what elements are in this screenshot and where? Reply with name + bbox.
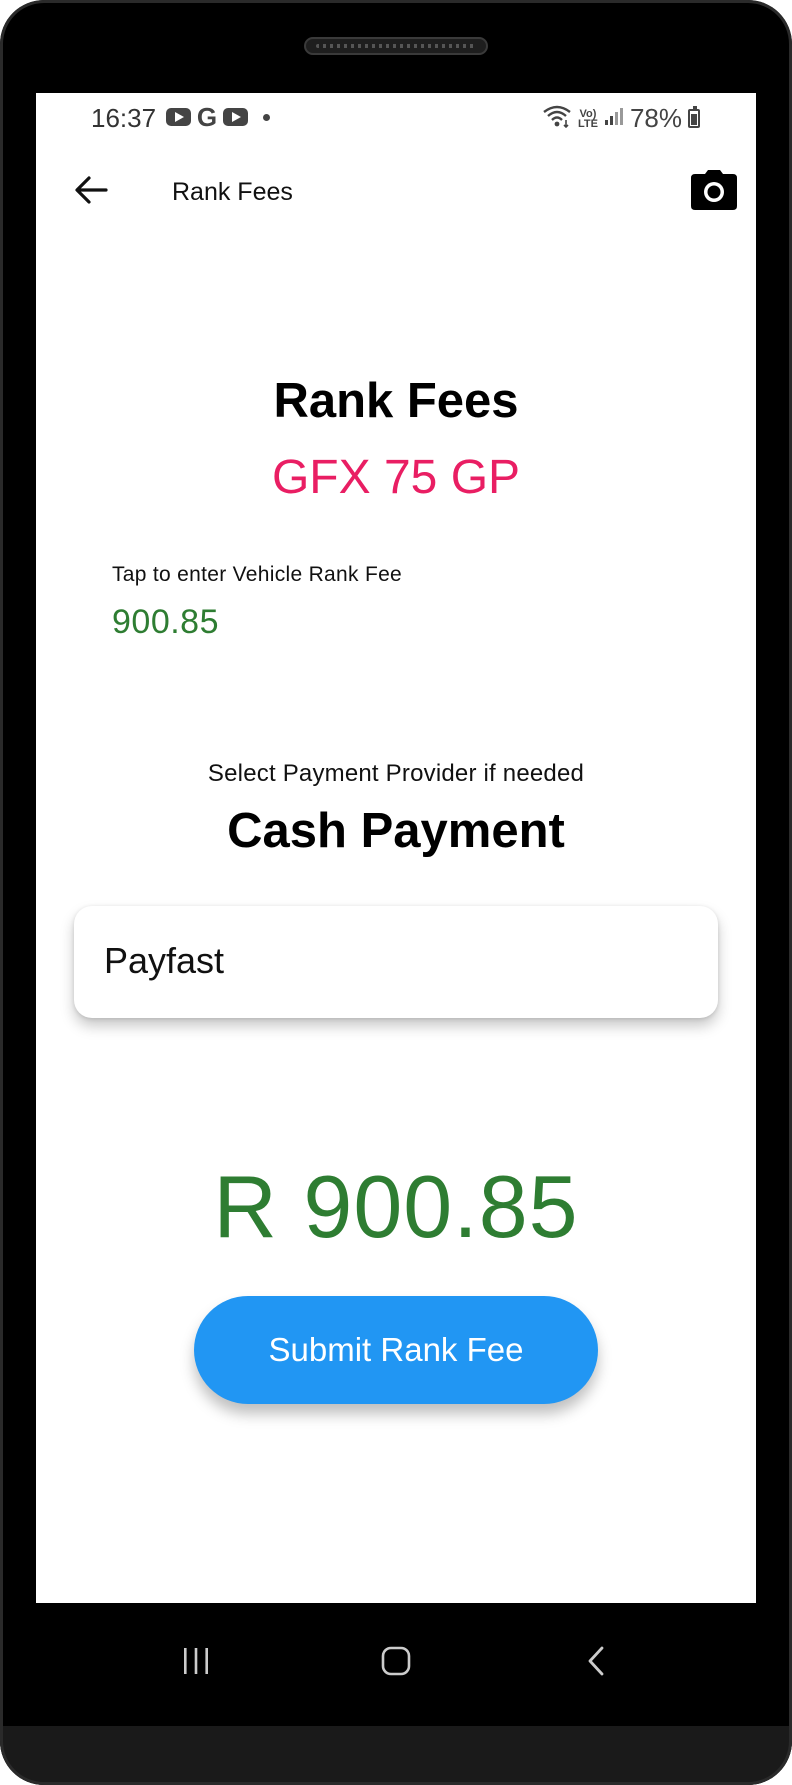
camera-icon: [691, 169, 737, 215]
payment-type-heading: Cash Payment: [227, 804, 565, 858]
volte-lte-icon: Vo) LTE: [577, 108, 598, 130]
battery-icon: [688, 106, 700, 128]
vehicle-registration: GFX 75 GP: [271, 451, 521, 504]
earpiece-speaker: [304, 37, 488, 55]
home-button[interactable]: [356, 1633, 436, 1693]
app-screen: 16:37 G Vo) LTE 78% Rank Fees Rank Fees …: [36, 93, 756, 1603]
payment-provider-option[interactable]: Payfast: [74, 906, 718, 1018]
submit-rank-fee-button[interactable]: Submit Rank Fee: [194, 1296, 598, 1404]
youtube-icon: [223, 108, 248, 126]
notification-icons: G: [166, 102, 270, 132]
arrow-left-icon: [74, 175, 108, 210]
recent-apps-icon: [181, 1647, 211, 1680]
system-icons: Vo) LTE 78%: [542, 103, 700, 134]
system-back-button[interactable]: [556, 1633, 636, 1693]
wifi-icon: [542, 104, 572, 133]
signal-icon: [604, 106, 624, 131]
recent-apps-button[interactable]: [156, 1633, 236, 1693]
back-button[interactable]: [66, 167, 116, 217]
provider-option-label: Payfast: [104, 940, 225, 981]
status-bar: 16:37 G Vo) LTE 78%: [36, 93, 756, 145]
app-bar: Rank Fees: [36, 145, 756, 245]
status-time: 16:37: [91, 103, 157, 133]
app-bar-title: Rank Fees: [172, 178, 293, 206]
volte-bottom-text: LTE: [577, 117, 598, 130]
google-icon: G: [196, 102, 218, 132]
battery-percent: 78%: [629, 103, 682, 133]
fee-field-label: Tap to enter Vehicle Rank Fee: [112, 563, 403, 586]
camera-button[interactable]: [688, 167, 740, 217]
total-amount-display: R 900.85: [213, 1157, 579, 1256]
phone-frame: 16:37 G Vo) LTE 78% Rank Fees Rank Fees …: [0, 0, 792, 1785]
back-chevron-icon: [585, 1645, 607, 1682]
payment-provider-prompt: Select Payment Provider if needed: [207, 760, 585, 787]
dot-icon: [263, 113, 270, 121]
system-navigation-bar: [36, 1603, 756, 1726]
rank-fee-input[interactable]: [112, 603, 672, 642]
submit-button-label: Submit Rank Fee: [268, 1331, 524, 1368]
home-icon: [380, 1645, 412, 1682]
phone-chin: [0, 1726, 792, 1785]
youtube-icon: [166, 108, 191, 126]
page-heading: Rank Fees: [273, 374, 519, 428]
